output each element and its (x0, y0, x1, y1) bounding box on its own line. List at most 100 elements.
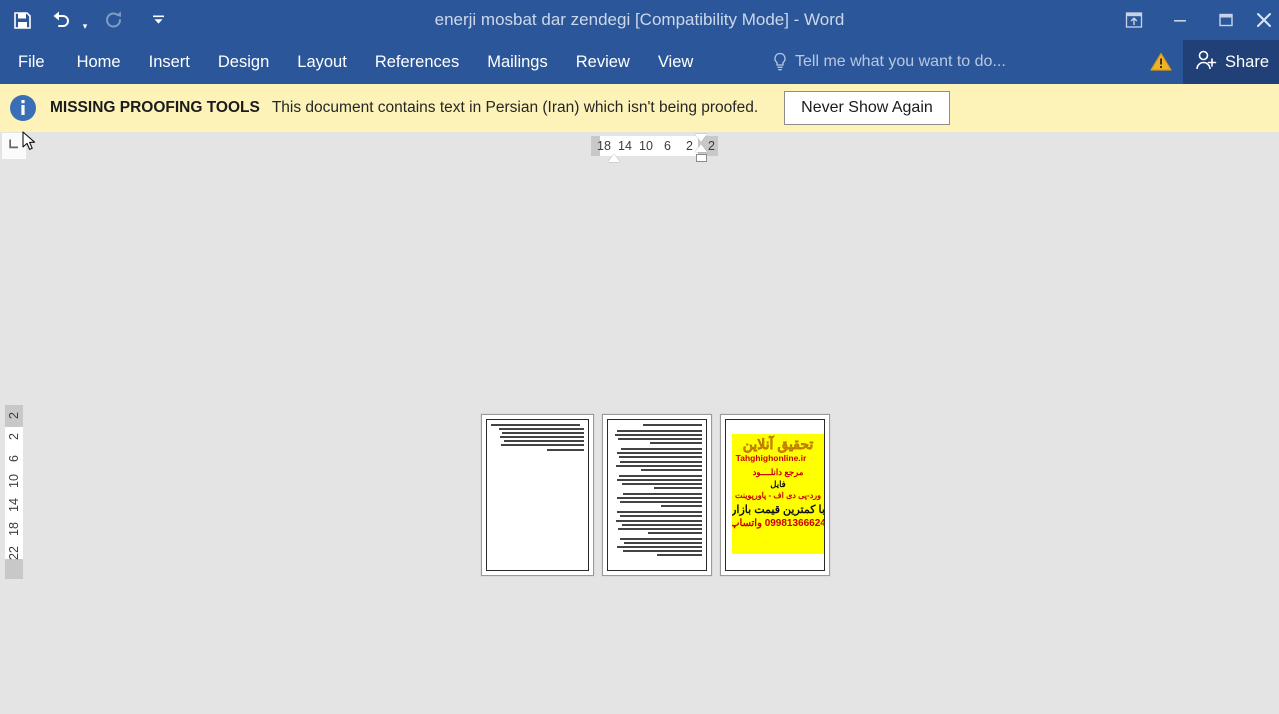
text-line (649, 442, 702, 445)
document-page-3[interactable]: تحقیق آنلاین Tahghighonline.ir مرجع دانل… (720, 414, 830, 576)
tab-design[interactable]: Design (204, 40, 283, 84)
paragraph (612, 493, 702, 508)
customize-quick-access-toolbar-icon[interactable] (145, 3, 171, 37)
hruler-tick-2b: 2 (708, 139, 715, 153)
text-line (546, 448, 584, 451)
hruler-tick-6: 6 (664, 139, 671, 153)
hruler-tick-2a: 2 (686, 139, 693, 153)
ribbon-right-actions: Share (1139, 40, 1279, 84)
paragraph (612, 448, 702, 471)
share-label: Share (1224, 52, 1269, 71)
ad-url-row: Tahghighonline.ir (732, 453, 824, 464)
window-title: enerji mosbat dar zendegi [Compatibility… (434, 10, 845, 29)
text-line (616, 452, 702, 455)
left-indent-square-marker[interactable] (696, 154, 707, 162)
tab-home[interactable]: Home (63, 40, 135, 84)
lightbulb-icon (772, 52, 788, 72)
text-line (620, 460, 702, 463)
info-bar-message: This document contains text in Persian (… (271, 99, 759, 116)
never-show-again-button[interactable]: Never Show Again (784, 91, 950, 125)
vruler-tick-18: 18 (7, 522, 21, 536)
paragraph (612, 424, 702, 426)
ad-line-4: با کمترین قیمت بازار (732, 504, 824, 516)
tab-references[interactable]: References (361, 40, 473, 84)
paragraph (612, 430, 702, 445)
vruler-margin-tick-2: 2 (7, 412, 21, 420)
document-page-2[interactable] (602, 414, 712, 576)
paragraph (612, 511, 702, 534)
page-thumbnails: تحقیق آنلاین Tahghighonline.ir مرجع دانل… (481, 414, 830, 576)
save-icon[interactable] (5, 3, 39, 37)
undo-dropdown-chevron-icon[interactable]: ▾ (78, 0, 92, 43)
word-application-window: ▾ enerji mosbat dar zendegi [Compatibili… (0, 0, 1279, 714)
text-line (491, 424, 581, 426)
first-line-indent-marker[interactable] (695, 134, 707, 142)
text-line (615, 464, 702, 467)
tab-insert[interactable]: Insert (135, 40, 204, 84)
tell-me-search[interactable]: Tell me what you want to do... (772, 40, 1006, 84)
text-line (502, 432, 584, 435)
ad-line-2: فایل (770, 479, 786, 489)
undo-icon[interactable] (44, 3, 78, 37)
page-1-text-block (487, 420, 588, 451)
mouse-cursor (22, 131, 38, 158)
text-line (621, 448, 702, 451)
ribbon-display-options-icon[interactable] (1111, 0, 1157, 40)
text-line (657, 554, 702, 557)
tab-file[interactable]: File (0, 40, 63, 84)
advertisement-image: تحقیق آنلاین Tahghighonline.ir مرجع دانل… (732, 434, 824, 554)
text-line (616, 497, 702, 500)
paragraph (612, 474, 702, 490)
text-line (654, 487, 702, 490)
redo-icon[interactable] (97, 3, 131, 37)
hanging-indent-marker[interactable] (608, 154, 620, 162)
vruler-tick-14: 14 (7, 498, 21, 512)
text-line (617, 430, 702, 432)
left-tab-stop-icon (8, 137, 20, 155)
page-2-text-block (608, 420, 706, 557)
quick-access-toolbar: ▾ (0, 0, 171, 40)
info-bar-title: MISSING PROOFING TOOLS (50, 99, 260, 116)
text-line (616, 545, 702, 548)
text-line (622, 493, 702, 496)
vruler-tick-2: 2 (7, 433, 21, 441)
right-indent-marker[interactable] (695, 144, 707, 152)
hruler-tick-10: 10 (639, 139, 653, 153)
ad-title-line1: تحقیق آنلاین (742, 436, 814, 452)
text-line (618, 527, 702, 530)
text-line (621, 523, 702, 526)
page-3-content: تحقیق آنلاین Tahghighonline.ir مرجع دانل… (725, 419, 825, 571)
warning-triangle-icon[interactable] (1139, 40, 1183, 84)
document-page-1[interactable] (481, 414, 594, 576)
share-person-add-icon (1195, 49, 1217, 76)
tab-mailings[interactable]: Mailings (473, 40, 562, 84)
tab-review[interactable]: Review (562, 40, 644, 84)
text-line (501, 444, 584, 447)
hruler-tick-18: 18 (597, 139, 611, 153)
ad-line-5: 09981366624 واتساپ (732, 518, 824, 529)
share-button[interactable]: Share (1182, 40, 1279, 84)
close-icon[interactable] (1249, 0, 1279, 40)
text-line (648, 531, 702, 534)
text-line (640, 468, 702, 471)
vruler-tick-22: 22 (7, 546, 21, 560)
text-line (499, 428, 584, 431)
text-line (620, 537, 702, 540)
tab-layout[interactable]: Layout (283, 40, 361, 84)
text-line (617, 511, 702, 514)
hruler-tick-14: 14 (618, 139, 632, 153)
text-line (619, 474, 702, 477)
tab-view[interactable]: View (644, 40, 707, 84)
text-line (615, 519, 702, 522)
title-bar: ▾ enerji mosbat dar zendegi [Compatibili… (0, 0, 1279, 40)
ad-line-1: مرجع دانلــــود (752, 467, 804, 477)
minimize-icon[interactable] (1157, 0, 1203, 40)
text-line (618, 438, 702, 441)
document-canvas[interactable]: تحقیق آنلاین Tahghighonline.ir مرجع دانل… (0, 132, 1279, 714)
restore-icon[interactable] (1203, 0, 1249, 40)
text-line (642, 424, 702, 426)
text-line (614, 434, 702, 437)
page-1-content (486, 419, 589, 571)
tell-me-placeholder: Tell me what you want to do... (795, 53, 1006, 70)
info-icon (8, 93, 38, 123)
